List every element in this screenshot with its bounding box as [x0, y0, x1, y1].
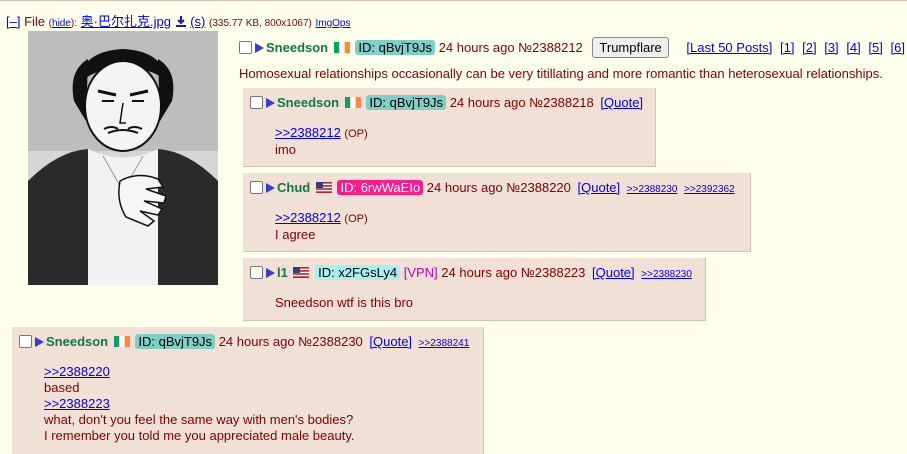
reply-post-number[interactable]: №2388223: [521, 265, 586, 280]
reply-time: 24 hours ago: [449, 95, 526, 110]
thread-collapse-toggle[interactable]: [–]: [6, 14, 20, 29]
reply-text: Sneedson wtf is this bro: [275, 295, 414, 310]
reply-time: 24 hours ago: [441, 265, 518, 280]
reply-poster-name: Sneedson: [46, 334, 109, 349]
s-link[interactable]: (s): [190, 14, 205, 29]
reply-post: Chud ID: 6rwWaEIo 24 hours ago №2388220 …: [243, 173, 751, 252]
file-label: File: [24, 14, 46, 29]
reply-poster-name: l1: [277, 265, 288, 280]
usa-flag-icon: [293, 266, 310, 278]
reply-expand-arrow-icon[interactable]: [266, 183, 275, 193]
file-name-link[interactable]: 奥·巴尔扎克.jpg: [81, 14, 171, 29]
reply-text: I agree: [275, 227, 316, 242]
op-post-header: Sneedson ID: qBvjT9Js 24 hours ago №2388…: [239, 37, 905, 58]
reply-text: I remember you told me you appreciated m…: [44, 428, 355, 443]
quote-reference-link[interactable]: >>2388223: [44, 396, 110, 411]
reply-header: l1 ID: x2FGsLy4 [VPN] 24 hours ago №2388…: [250, 265, 692, 280]
reply-expand-arrow-icon[interactable]: [266, 98, 275, 108]
op-poster-name: Sneedson: [266, 40, 329, 55]
reply-text: what, don't you feel the same way with m…: [44, 412, 354, 427]
reply-select-checkbox[interactable]: [19, 335, 32, 348]
op-tag: (OP): [344, 213, 368, 225]
file-info: [–] File (hide): 奥·巴尔扎克.jpg (s) (335.77 …: [6, 14, 351, 29]
page-link-5[interactable]: [5]: [868, 40, 882, 55]
reply-poster-name: Sneedson: [277, 95, 340, 110]
imgops-link[interactable]: ImgOps: [315, 18, 350, 29]
op-expand-arrow-icon[interactable]: [255, 43, 264, 53]
page-link-6[interactable]: [6]: [891, 40, 905, 55]
vpn-tag: [VPN]: [403, 265, 438, 280]
quote-reference-link[interactable]: >>2388212: [275, 125, 341, 140]
page-link-3[interactable]: [3]: [824, 40, 838, 55]
top-divider: [0, 0, 907, 1]
reply-post-number[interactable]: №2388218: [529, 95, 594, 110]
reply-body: >>2388212 (OP) I agree: [275, 210, 368, 243]
download-icon[interactable]: [175, 15, 187, 27]
op-poster-id[interactable]: ID: qBvjT9Js: [355, 40, 436, 55]
usa-flag-icon: [315, 181, 332, 193]
op-post-number[interactable]: №2388212: [518, 40, 583, 55]
page-link-4[interactable]: [4]: [846, 40, 860, 55]
reply-quote-link[interactable]: [Quote]: [369, 334, 412, 349]
reply-select-checkbox[interactable]: [250, 181, 263, 194]
reply-post: Sneedson ID: qBvjT9Js 24 hours ago №2388…: [243, 88, 656, 167]
reply-body: >>2388220 based >>2388223 what, don't yo…: [44, 364, 354, 444]
reply-select-checkbox[interactable]: [250, 96, 263, 109]
ireland-flag-icon: [344, 96, 361, 108]
op-select-checkbox[interactable]: [239, 41, 252, 54]
reply-time: 24 hours ago: [426, 180, 503, 195]
page-link-1[interactable]: [1]: [780, 40, 794, 55]
reply-poster-id[interactable]: ID: qBvjT9Js: [135, 334, 216, 349]
file-meta: (335.77 KB, 800x1067): [209, 18, 312, 29]
reply-header: Sneedson ID: qBvjT9Js 24 hours ago №2388…: [250, 95, 643, 110]
reply-expand-arrow-icon[interactable]: [266, 268, 275, 278]
reply-time: 24 hours ago: [218, 334, 295, 349]
quote-reference-link[interactable]: >>2388220: [44, 364, 110, 379]
reply-body: Sneedson wtf is this bro: [275, 295, 413, 311]
backlink[interactable]: >>2392362: [684, 184, 735, 195]
reply-quote-link[interactable]: [Quote]: [578, 180, 621, 195]
reply-poster-id[interactable]: ID: qBvjT9Js: [366, 95, 447, 110]
reply-quote-link[interactable]: [Quote]: [592, 265, 635, 280]
reply-poster-id[interactable]: ID: x2FGsLy4: [315, 265, 401, 280]
reply-body: >>2388212 (OP) imo: [275, 125, 368, 158]
reply-post: Sneedson ID: qBvjT9Js 24 hours ago №2388…: [12, 327, 484, 454]
op-message: Homosexual relationships occasionally ca…: [239, 66, 883, 81]
op-time: 24 hours ago: [438, 40, 515, 55]
page-link-2[interactable]: [2]: [802, 40, 816, 55]
backlink[interactable]: >>2388230: [641, 269, 692, 280]
op-tag: (OP): [344, 128, 368, 140]
reply-select-checkbox[interactable]: [250, 266, 263, 279]
ireland-flag-icon: [333, 41, 350, 53]
reply-quote-link[interactable]: [Quote]: [600, 95, 643, 110]
reply-header: Sneedson ID: qBvjT9Js 24 hours ago №2388…: [19, 334, 469, 349]
reply-post-number[interactable]: №2388230: [298, 334, 363, 349]
reply-poster-name: Chud: [277, 180, 311, 195]
reply-poster-id[interactable]: ID: 6rwWaEIo: [337, 180, 424, 195]
reply-post: l1 ID: x2FGsLy4 [VPN] 24 hours ago №2388…: [243, 258, 706, 321]
reply-expand-arrow-icon[interactable]: [35, 337, 44, 347]
trumpflare-button[interactable]: Trumpflare: [592, 37, 669, 58]
op-thumbnail[interactable]: [28, 31, 218, 285]
reply-text: imo: [275, 142, 296, 157]
reply-post-number[interactable]: №2388220: [506, 180, 571, 195]
reply-text: based: [44, 380, 80, 395]
backlink[interactable]: >>2388230: [627, 184, 678, 195]
hide-file-link[interactable]: hide: [52, 18, 71, 29]
backlink[interactable]: >>2388241: [419, 338, 470, 349]
quote-reference-link[interactable]: >>2388212: [275, 210, 341, 225]
reply-header: Chud ID: 6rwWaEIo 24 hours ago №2388220 …: [250, 180, 735, 195]
ireland-flag-icon: [113, 335, 130, 347]
last-50-posts-link[interactable]: [Last 50 Posts]: [686, 40, 772, 55]
